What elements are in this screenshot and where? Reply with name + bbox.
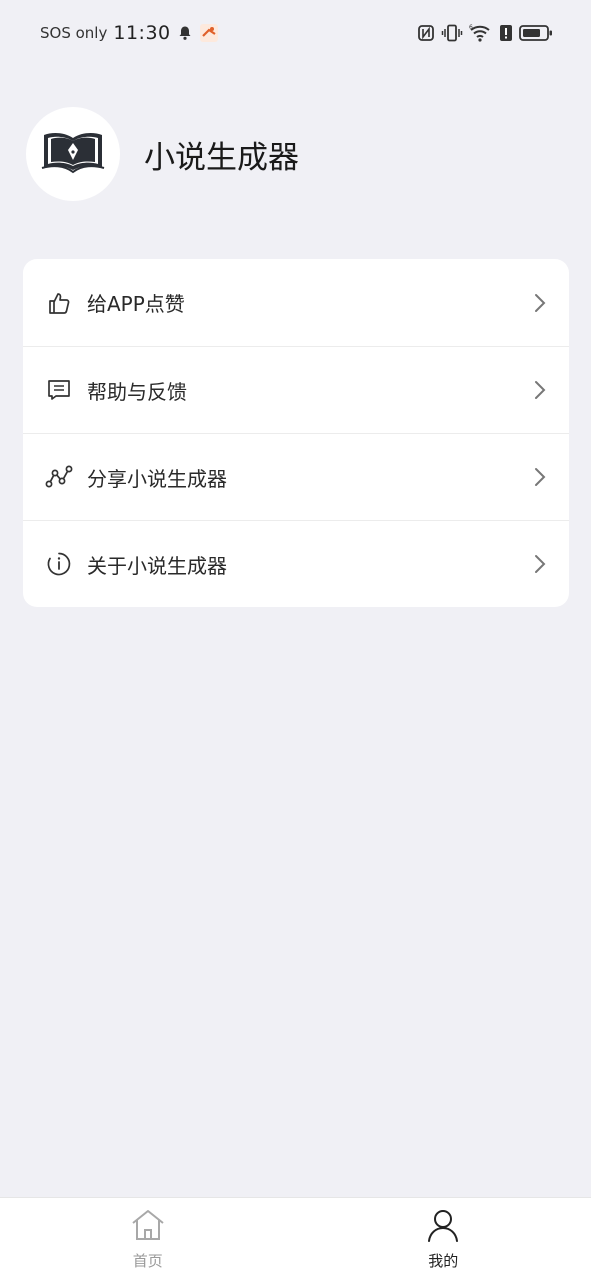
person-icon xyxy=(426,1208,460,1246)
menu-item-like-app[interactable]: 给APP点赞 xyxy=(23,259,569,346)
status-right: 6 xyxy=(417,23,553,43)
tab-mine[interactable]: 我的 xyxy=(296,1198,591,1280)
wifi-icon: 6 xyxy=(469,23,493,43)
thumbs-up-icon xyxy=(45,289,73,317)
profile-header: 小说生成器 xyxy=(26,107,299,201)
tab-bar: 首页 我的 xyxy=(0,1197,591,1280)
menu-item-share[interactable]: 分享小说生成器 xyxy=(23,433,569,520)
app-notification-icon xyxy=(199,23,219,43)
menu-item-label: 关于小说生成器 xyxy=(87,553,227,578)
nfc-icon xyxy=(417,24,435,42)
share-icon xyxy=(45,463,73,491)
menu-item-help-feedback[interactable]: 帮助与反馈 xyxy=(23,346,569,433)
alert-icon xyxy=(499,24,513,42)
tab-label: 首页 xyxy=(132,1252,163,1270)
tab-label: 我的 xyxy=(428,1252,459,1270)
status-bar: SOS only 11:30 6 xyxy=(0,0,591,66)
tab-home[interactable]: 首页 xyxy=(0,1198,296,1280)
chevron-right-icon xyxy=(533,553,547,575)
menu-item-label: 分享小说生成器 xyxy=(87,466,227,491)
info-icon xyxy=(45,550,73,578)
svg-text:6: 6 xyxy=(469,24,473,31)
bell-icon xyxy=(177,25,193,41)
message-icon xyxy=(45,376,73,404)
home-icon xyxy=(130,1208,166,1246)
vibrate-icon xyxy=(441,24,463,42)
chevron-right-icon xyxy=(533,379,547,401)
menu-card: 给APP点赞 帮助与反馈 分享小说生成器 关于小说生成器 xyxy=(23,259,569,607)
menu-item-about[interactable]: 关于小说生成器 xyxy=(23,520,569,607)
carrier-text: SOS only xyxy=(40,24,108,42)
open-book-icon xyxy=(40,130,106,178)
clock: 11:30 xyxy=(113,22,171,44)
chevron-right-icon xyxy=(533,466,547,488)
menu-item-label: 给APP点赞 xyxy=(87,292,185,316)
chevron-right-icon xyxy=(533,292,547,314)
menu-item-label: 帮助与反馈 xyxy=(87,379,187,404)
screen: SOS only 11:30 6 小说生成器 给APP点赞 帮助与反馈 分享小说… xyxy=(0,0,591,1280)
status-left: SOS only 11:30 xyxy=(40,22,219,44)
app-name: 小说生成器 xyxy=(144,139,299,176)
avatar xyxy=(26,107,120,201)
battery-icon xyxy=(519,24,553,42)
